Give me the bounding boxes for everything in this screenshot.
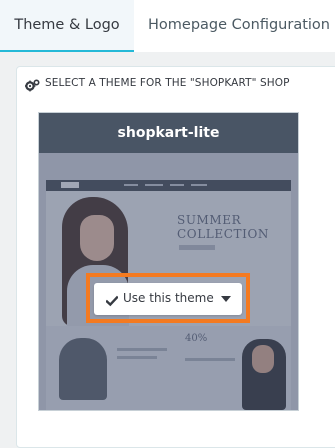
panel-title: SELECT A THEME FOR THE "SHOPKART" SHOP [45, 77, 290, 89]
theme-card: shopkart-lite SUMMER COLLECTION 40% [38, 112, 299, 411]
cogs-icon [24, 77, 40, 91]
theme-name: shopkart-lite [39, 113, 298, 153]
check-icon [105, 292, 119, 307]
use-this-theme-button[interactable]: Use this theme [94, 283, 242, 315]
tab-theme-logo[interactable]: Theme & Logo [0, 0, 134, 52]
panel-heading: SELECT A THEME FOR THE "SHOPKART" SHOP [24, 75, 290, 91]
tab-bar: Theme & Logo Homepage Configuration [0, 0, 335, 52]
tab-homepage-configuration[interactable]: Homepage Configuration [144, 0, 334, 52]
caret-down-icon[interactable] [221, 296, 231, 302]
use-this-theme-label: Use this theme [123, 291, 214, 305]
